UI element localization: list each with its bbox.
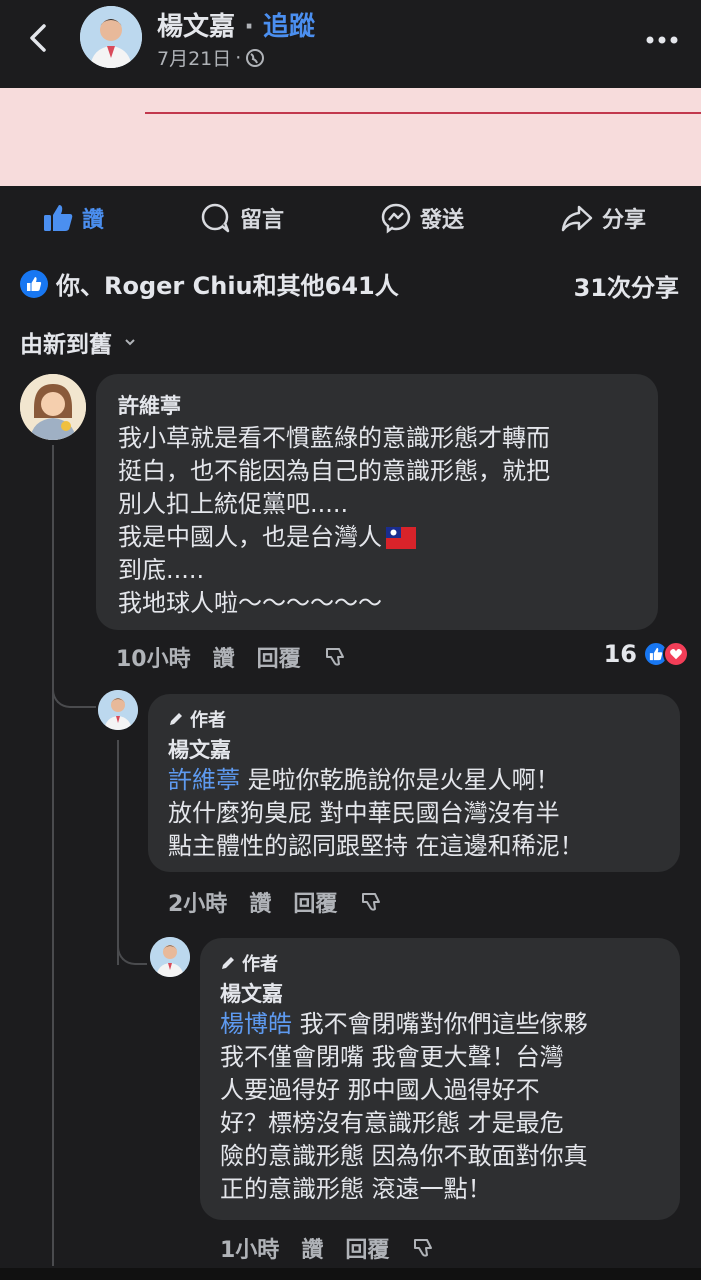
post-actions-bar: 讚 留言 發送 分享 (0, 186, 701, 252)
comment-reply-button[interactable]: 回覆 (257, 641, 301, 673)
globe-icon (246, 48, 265, 67)
pencil-icon (222, 957, 234, 969)
thread-line (52, 706, 54, 1266)
author-badge: 作者 (168, 706, 660, 732)
like-button[interactable]: 讚 (42, 202, 104, 234)
reply-line: 放什麼狗臭屁 對中華民國台灣沒有半 (168, 799, 560, 827)
more-options-button[interactable] (645, 26, 679, 46)
back-chevron-icon (30, 24, 46, 52)
comment-time[interactable]: 10小時 (116, 641, 191, 673)
comment-line-with-flag: 我是中國人，也是台灣人 (118, 521, 636, 554)
reply-line-text: 我不會閉嘴對你們這些傢夥 (292, 1010, 588, 1038)
reply-time[interactable]: 2小時 (168, 886, 227, 918)
send-button[interactable]: 發送 (380, 202, 464, 234)
author-badge: 作者 (220, 950, 660, 976)
reactions-summary[interactable]: 你、Roger Chiu和其他641人 (20, 266, 399, 301)
messenger-icon (381, 203, 411, 234)
more-icon (646, 36, 678, 44)
comment-label: 留言 (240, 208, 285, 233)
author-badge-label: 作者 (242, 954, 278, 975)
like-reaction-icon (20, 269, 48, 298)
author-name[interactable]: 楊文嘉 (157, 12, 235, 42)
author-avatar[interactable] (80, 6, 142, 68)
comment-line: 我是中國人，也是台灣人 (118, 523, 382, 551)
reply-line: 我不僅會閉嘴 我會更大聲！台灣 (220, 1043, 564, 1071)
reaction-count-value: 16 (603, 640, 637, 668)
mention-link[interactable]: 許維葶 (168, 766, 240, 794)
header-separator: · (244, 12, 254, 42)
commenter-avatar[interactable] (20, 374, 86, 440)
comment-line: 我地球人啦～～～～～～ (118, 589, 382, 617)
reply-meta: 2小時 讚 回覆 (168, 886, 383, 918)
comment-line: 挺白，也不能因為自己的意識形態，就把 (118, 457, 550, 485)
mention-link[interactable]: 楊博皓 (220, 1010, 292, 1038)
dislike-icon[interactable] (359, 890, 383, 914)
comment-line: 別人扣上統促黨吧..... (118, 490, 349, 518)
comment-line: 我小草就是看不慣藍綠的意識形態才轉而 (118, 424, 550, 452)
reply-like-button[interactable]: 讚 (249, 886, 271, 918)
thread-line (52, 445, 54, 707)
chevron-down-icon (125, 339, 135, 346)
reply-author-name[interactable]: 楊文嘉 (220, 978, 660, 1008)
dislike-icon[interactable] (323, 645, 347, 669)
thread-line (117, 740, 119, 965)
nested-reply-bubble[interactable]: 作者 楊文嘉 楊博皓 我不會閉嘴對你們這些傢夥 我不僅會閉嘴 我會更大聲！台灣 … (200, 938, 680, 1220)
nested-reply-reply-button[interactable]: 回覆 (345, 1232, 389, 1264)
share-count[interactable]: 31次分享 (574, 268, 679, 303)
reply-line: 楊博皓 我不會閉嘴對你們這些傢夥 (220, 1008, 660, 1041)
taiwan-flag-icon (386, 526, 416, 549)
pencil-icon (170, 713, 182, 725)
reply-text: 許維葶 是啦你乾脆說你是火星人啊！ 放什麼狗臭屁 對中華民國台灣沒有半 點主體性… (168, 764, 660, 863)
reply-line: 點主體性的認同跟堅持 在這邊和稀泥！ (168, 832, 584, 860)
follow-button[interactable]: 追蹤 (263, 12, 315, 42)
like-label: 讚 (82, 208, 105, 233)
post-date[interactable]: 7月21日 (157, 44, 231, 71)
share-button[interactable]: 分享 (560, 202, 646, 234)
reply-bubble[interactable]: 作者 楊文嘉 許維葶 是啦你乾脆說你是火星人啊！ 放什麼狗臭屁 對中華民國台灣沒… (148, 694, 680, 872)
comment-icon (201, 203, 230, 233)
post-header: 楊文嘉 · 追蹤 7月21日 · (0, 0, 701, 88)
nested-reply-time[interactable]: 1小時 (220, 1232, 279, 1264)
post-date-row: 7月21日 · (157, 44, 265, 71)
reply-reply-button[interactable]: 回覆 (293, 886, 337, 918)
bottom-edge (0, 1268, 701, 1280)
share-label: 分享 (602, 208, 647, 233)
reply-line-text: 是啦你乾脆說你是火星人啊！ (240, 766, 560, 794)
reactions-summary-text: 你、Roger Chiu和其他641人 (56, 272, 399, 300)
reply-text: 楊博皓 我不會閉嘴對你們這些傢夥 我不僅會閉嘴 我會更大聲！台灣 人要過得好 那… (220, 1008, 660, 1206)
comment-sort-dropdown[interactable]: 由新到舊 (20, 325, 136, 359)
author-reply-avatar[interactable] (98, 690, 138, 730)
post-image-underline (145, 112, 701, 114)
commenter-name[interactable]: 許維葶 (118, 390, 636, 420)
reply-line: 許維葶 是啦你乾脆說你是火星人啊！ (168, 764, 660, 797)
reply-line: 好？標榜沒有意識形態 才是最危 (220, 1109, 564, 1137)
author-badge-label: 作者 (190, 710, 226, 731)
comment-bubble[interactable]: 許維葶 我小草就是看不慣藍綠的意識形態才轉而 挺白，也不能因為自己的意識形態，就… (96, 374, 658, 630)
author-name-row: 楊文嘉 · 追蹤 (157, 6, 315, 43)
dislike-icon[interactable] (411, 1236, 435, 1260)
heart-reaction-icon (663, 641, 689, 667)
nested-reply-like-button[interactable]: 讚 (301, 1232, 323, 1264)
send-label: 發送 (420, 208, 465, 233)
comment-text: 我小草就是看不慣藍綠的意識形態才轉而 挺白，也不能因為自己的意識形態，就把 別人… (118, 422, 636, 620)
author-reply-avatar[interactable] (150, 937, 190, 977)
comment-meta: 10小時 讚 回覆 (116, 641, 347, 673)
reply-author-name[interactable]: 楊文嘉 (168, 734, 660, 764)
thread-connector (52, 680, 96, 708)
reply-line: 險的意識形態 因為你不敢面對你真 (220, 1142, 588, 1170)
reply-line: 正的意識形態 滾遠一點！ (220, 1175, 492, 1203)
date-separator: · (235, 46, 242, 69)
share-icon (561, 205, 593, 232)
comment-reaction-count[interactable]: 16 (604, 640, 689, 668)
back-button[interactable] (22, 18, 58, 58)
sort-label: 由新到舊 (20, 332, 112, 358)
post-image[interactable] (0, 88, 701, 186)
comment-like-button[interactable]: 讚 (213, 641, 235, 673)
comment-line: 到底..... (118, 556, 205, 584)
nested-reply-meta: 1小時 讚 回覆 (220, 1232, 435, 1264)
thumbs-up-icon (44, 205, 73, 231)
thread-connector (117, 935, 147, 965)
comment-button[interactable]: 留言 (200, 202, 284, 234)
reply-line: 人要過得好 那中國人過得好不 (220, 1076, 540, 1104)
